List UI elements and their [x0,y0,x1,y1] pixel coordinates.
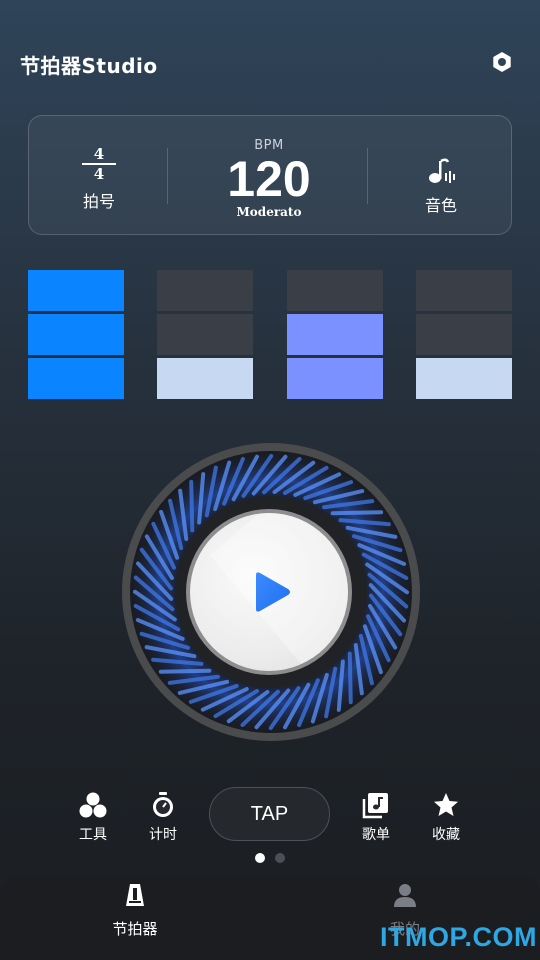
beat-block [157,358,254,399]
beat-block [286,314,383,355]
settings-button[interactable] [488,48,516,76]
time-signature-numerator: 4 [93,145,105,163]
beat-block [157,270,254,311]
songlist-button[interactable]: 歌单 [346,790,406,844]
music-note-icon [429,158,455,183]
beat-block [28,314,124,355]
beat-block [157,314,254,355]
user-icon [394,884,416,907]
favorites-label: 收藏 [432,827,460,843]
beat-block [286,270,383,311]
tab-metronome-label: 节拍器 [112,920,158,938]
tone-label: 音色 [424,196,457,215]
play-icon [256,572,290,612]
time-signature-label: 拍号 [82,191,115,211]
tools-button[interactable]: 工具 [63,790,123,844]
play-face [190,513,348,671]
bpm-button[interactable]: BPM 120 Moderato [184,138,354,219]
stopwatch-icon [153,792,173,817]
beat-block [28,358,124,399]
beat-column[interactable] [157,270,254,400]
page-dot[interactable] [275,853,285,863]
beat-block [415,358,512,399]
star-icon [434,793,458,816]
time-signature-denominator: 4 [93,164,105,183]
beat-block [286,358,383,399]
beat-column[interactable] [28,270,124,400]
time-signature-button[interactable]: 4 4 拍号 [69,146,129,212]
divider [367,148,368,204]
tone-button[interactable]: 音色 [411,156,471,216]
app-title: 节拍器Studio [20,54,158,78]
beat-block [28,270,124,311]
playlist-icon [362,793,388,819]
play-button[interactable] [186,509,352,675]
tab-metronome[interactable]: 节拍器 [75,882,195,939]
divider [167,148,168,204]
beat-block [415,270,512,311]
bpm-value: 120 [227,151,311,207]
gear-icon [493,52,511,72]
favorites-button[interactable]: 收藏 [416,790,476,844]
watermark: ITMOP.COM [380,922,538,952]
beat-column[interactable] [415,270,512,400]
tools-icon [79,792,107,818]
tap-tempo-button[interactable]: TAP [209,787,330,841]
beat-block [415,314,512,355]
dial-tick [347,651,353,705]
settings-panel: 4 4 拍号 BPM 120 Moderato 音色 [28,115,512,235]
beat-column[interactable] [286,270,383,400]
timer-label: 计时 [149,827,177,843]
time-signature: 4 4 [69,146,129,182]
metronome-icon [126,884,144,906]
tempo-marking: Moderato [236,205,302,219]
tools-label: 工具 [79,827,107,843]
beat-indicators [28,270,512,400]
page-dot-active[interactable] [255,853,265,863]
songlist-label: 歌单 [362,827,390,843]
timer-button[interactable]: 计时 [133,790,193,844]
